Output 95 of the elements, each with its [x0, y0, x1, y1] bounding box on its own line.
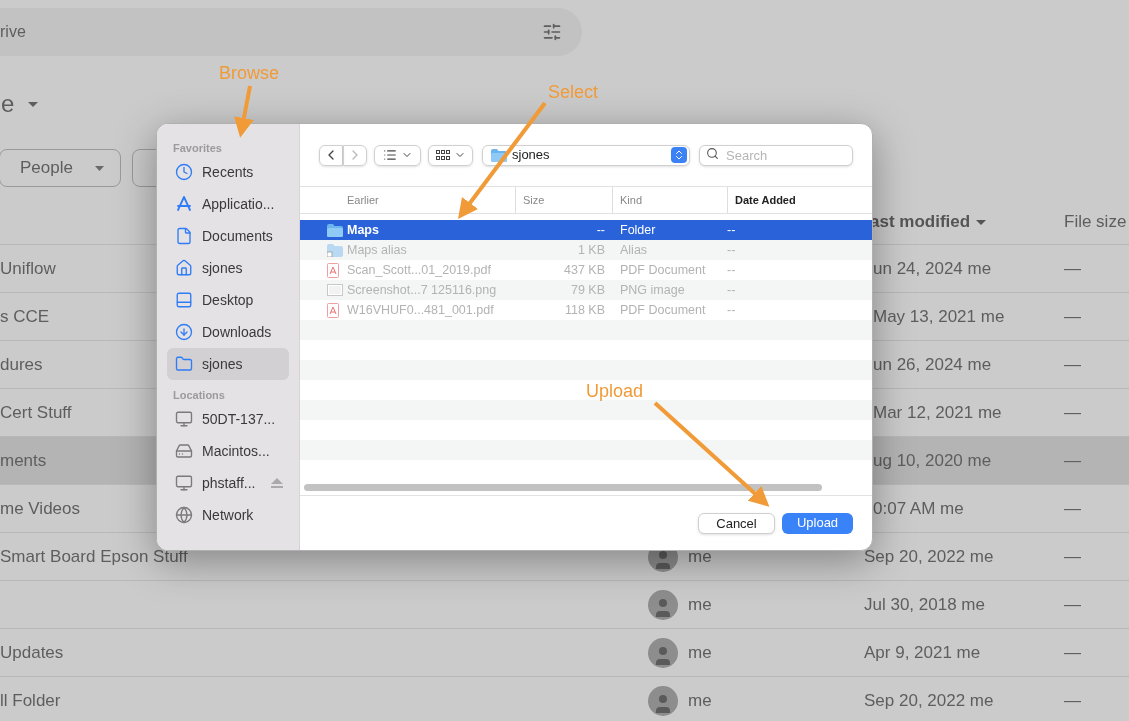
column-header[interactable]: Size [523, 191, 545, 209]
filter-icon[interactable] [542, 22, 562, 42]
modified-date: 0:07 AM me [873, 498, 964, 518]
search-icon [706, 147, 719, 160]
file-size: — [1064, 498, 1081, 518]
owner-name: me [688, 689, 712, 712]
eject-icon[interactable] [271, 478, 283, 488]
file-name: dures [0, 354, 43, 374]
pdf-file-icon [327, 302, 339, 318]
back-button[interactable] [319, 144, 343, 166]
computer-icon [175, 410, 193, 428]
modified-date: Jul 30, 2018 me [864, 594, 985, 614]
file-name: ll Folder [0, 690, 61, 710]
location-dropdown[interactable]: sjones [482, 144, 690, 166]
forward-button[interactable] [343, 144, 367, 166]
file-name: s CCE [0, 306, 50, 326]
modified-date: Apr 9, 2021 me [864, 642, 981, 662]
file-size: — [1064, 306, 1081, 326]
file-size: — [1064, 690, 1081, 710]
file-size: — [1064, 354, 1081, 374]
grid-view-button[interactable] [428, 144, 473, 166]
server-icon [175, 474, 193, 492]
sidebar-item[interactable]: phstaff... [167, 467, 289, 499]
annotation-label: Select [548, 81, 599, 104]
upload-button[interactable]: Upload [782, 512, 853, 534]
annotation-label: Browse [219, 62, 280, 85]
file-size: — [1064, 546, 1081, 566]
file-size: — [1064, 450, 1081, 470]
sidebar-item[interactable]: Desktop [167, 284, 289, 316]
file-size: — [1064, 258, 1081, 278]
file-name: Uniflow [0, 258, 56, 278]
avatar-icon [648, 637, 678, 668]
page-title: e [1, 89, 15, 119]
modified-date: un 26, 2024 me [873, 354, 992, 374]
file-size: — [1064, 402, 1081, 422]
file-name: ments [0, 450, 47, 470]
download-icon [175, 323, 193, 341]
globe-icon [175, 506, 193, 524]
sidebar-item[interactable]: Documents [167, 220, 289, 252]
list-icon [382, 148, 397, 162]
file-name: me Videos [0, 498, 80, 518]
sidebar-item[interactable]: sjones [167, 252, 289, 284]
owner-name: me [688, 545, 712, 568]
search-field[interactable]: Search [699, 145, 853, 166]
folder-icon [175, 355, 193, 373]
sidebar-item[interactable]: Downloads [167, 316, 289, 348]
owner-name: me [688, 641, 712, 664]
search-field[interactable]: rive [0, 8, 582, 56]
modified-date: Sep 20, 2022 me [864, 690, 994, 710]
arrow [234, 85, 254, 138]
file-name: Updates [0, 642, 64, 662]
column-header[interactable]: File size [1064, 212, 1127, 232]
caret-icon [95, 165, 104, 171]
file-name: Cert Stuff [0, 402, 72, 422]
sidebar-item[interactable]: Network [167, 499, 289, 531]
modified-date: Sep 20, 2022 me [864, 546, 994, 566]
image-file-icon [327, 284, 343, 296]
column-header[interactable]: Kind [620, 191, 643, 209]
sidebar-heading: Favorites [172, 141, 223, 156]
cancel-button[interactable]: Cancel [698, 512, 775, 534]
annotation-label: Upload [586, 380, 644, 403]
folder-alias-icon [327, 243, 343, 257]
file-size: — [1064, 642, 1081, 662]
app-store-icon [175, 195, 193, 213]
folder-icon [327, 223, 343, 237]
caret-icon[interactable] [28, 101, 39, 107]
desktop-icon [175, 291, 193, 309]
file-name: Smart Board Epson Stuff [0, 546, 188, 566]
sidebar-item[interactable]: Macintos... [167, 435, 289, 467]
grid-icon [435, 150, 450, 160]
folder-icon [491, 148, 507, 162]
scrollbar[interactable] [304, 484, 822, 491]
stepper-icon [671, 147, 687, 163]
column-header[interactable]: Date Added [735, 191, 796, 209]
owner-name: me [688, 593, 712, 616]
modified-date: May 13, 2021 me [873, 306, 1005, 326]
document-icon [175, 227, 193, 245]
sidebar-item[interactable]: 50DT-137... [167, 403, 289, 435]
avatar-icon [648, 685, 678, 716]
column-header[interactable]: Earlier [347, 191, 379, 209]
list-view-button[interactable] [374, 144, 421, 166]
sidebar-item[interactable]: Recents [167, 156, 289, 188]
sort-caret-icon [976, 219, 987, 225]
sidebar-item[interactable]: sjones [167, 348, 289, 380]
file-row[interactable]: Maps -- Folder -- [300, 220, 872, 240]
modified-date: un 24, 2024 me [873, 258, 992, 278]
modified-date: Mar 12, 2021 me [873, 402, 1002, 422]
clock-icon [175, 163, 193, 181]
modified-date: ug 10, 2020 me [873, 450, 992, 470]
pdf-file-icon [327, 262, 339, 278]
avatar-icon [648, 589, 678, 620]
home-icon [175, 259, 193, 277]
sidebar-heading: Locations [172, 388, 226, 403]
file-size: — [1064, 594, 1081, 614]
sidebar-item[interactable]: Applicatio... [167, 188, 289, 220]
